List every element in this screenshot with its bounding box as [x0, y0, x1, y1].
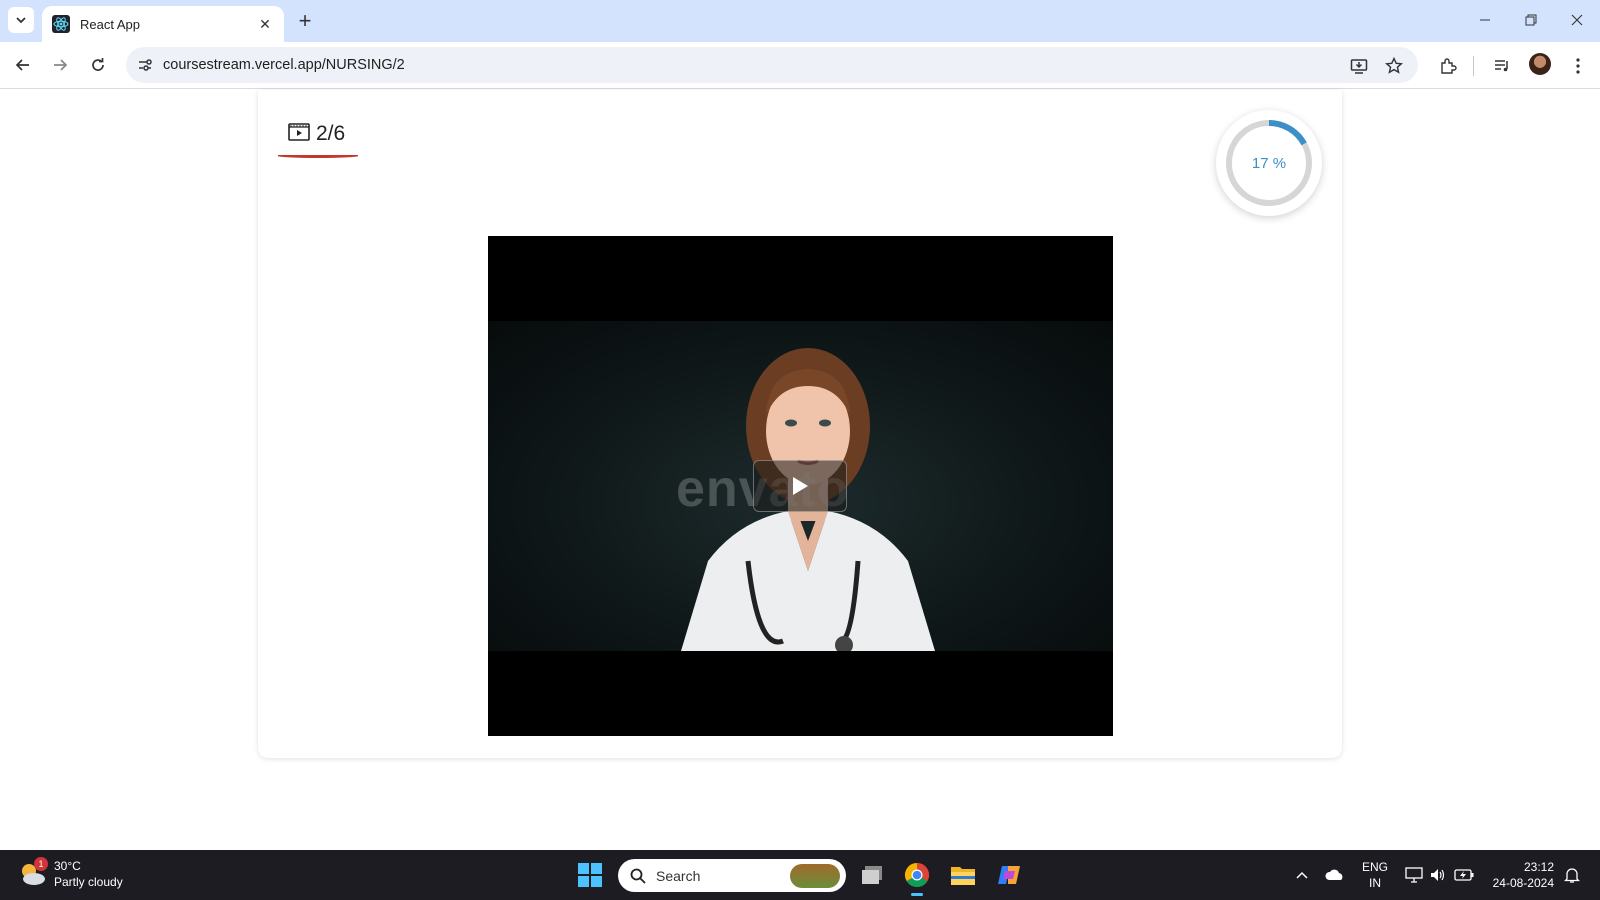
lesson-underline: [278, 154, 358, 158]
network-tray-button[interactable]: [1404, 865, 1424, 885]
close-window-button[interactable]: [1554, 0, 1600, 40]
battery-charging-icon: [1454, 869, 1474, 881]
tab-search-button[interactable]: [8, 7, 34, 33]
start-button[interactable]: [578, 863, 602, 887]
speaker-icon: [1431, 869, 1445, 881]
reload-icon: [92, 58, 104, 71]
browser-tab-active[interactable]: React App ✕: [42, 6, 284, 42]
extensions-puzzle-icon[interactable]: [1436, 54, 1460, 78]
progress-percent-label: 17 %: [1251, 154, 1287, 172]
restore-icon: [1525, 14, 1537, 26]
windows-taskbar: 1 30°C Partly cloudy Search ENG IN 23:12…: [0, 850, 1600, 900]
weather-widget[interactable]: 1 30°C Partly cloudy: [18, 857, 123, 890]
region-code: IN: [1369, 876, 1381, 890]
chevron-up-icon: [1296, 871, 1308, 879]
clock-date: 24-08-2024: [1492, 876, 1554, 890]
clock-time: 23:12: [1523, 860, 1554, 874]
weather-condition: Partly cloudy: [54, 875, 123, 889]
copilot-icon: [998, 866, 1020, 884]
address-bar[interactable]: coursestream.vercel.app/NURSING/2: [126, 47, 1418, 83]
lesson-card: 2/6 17 %: [258, 90, 1342, 758]
windows-logo-icon: [578, 863, 589, 874]
browser-toolbar: coursestream.vercel.app/NURSING/2: [0, 42, 1600, 89]
restore-button[interactable]: [1508, 0, 1554, 40]
notifications-button[interactable]: [1562, 865, 1582, 885]
battery-tray-button[interactable]: [1454, 865, 1474, 885]
video-lesson-icon: [288, 122, 310, 146]
site-info-icon[interactable]: [134, 54, 156, 76]
back-button[interactable]: [9, 51, 37, 79]
folder-icon: [951, 867, 975, 885]
chrome-taskbar-button[interactable]: [902, 860, 932, 896]
lesson-counter: 2/6: [288, 122, 345, 146]
react-logo-icon: [52, 15, 70, 33]
partly-cloudy-icon: 1: [18, 857, 48, 889]
task-view-button[interactable]: [857, 860, 887, 890]
close-icon: [1571, 14, 1583, 26]
back-arrow-icon: [15, 59, 29, 71]
reload-button[interactable]: [84, 51, 112, 79]
toolbar-separator: [1473, 56, 1474, 76]
install-app-icon[interactable]: [1348, 55, 1370, 77]
forward-arrow-icon: [54, 59, 68, 71]
taskbar-search[interactable]: Search: [618, 859, 846, 892]
play-button[interactable]: [753, 460, 847, 512]
chevron-down-icon: [16, 17, 26, 24]
search-highlight-image: [790, 864, 840, 888]
new-tab-button[interactable]: +: [292, 8, 318, 34]
task-view-icon: [862, 866, 882, 884]
page-content: 2/6 17 %: [0, 90, 1600, 850]
volume-tray-button[interactable]: [1428, 865, 1448, 885]
input-language-indicator[interactable]: ENG IN: [1362, 859, 1388, 891]
system-clock[interactable]: 23:12 24-08-2024: [1488, 859, 1554, 891]
weather-alert-badge: 1: [34, 857, 48, 871]
search-icon: [630, 868, 646, 884]
chrome-icon: [904, 863, 930, 888]
tab-strip: React App ✕ +: [0, 0, 1600, 42]
tab-title: React App: [80, 16, 140, 32]
minimize-button[interactable]: [1462, 0, 1508, 40]
lesson-counter-text: 2/6: [316, 122, 346, 145]
tab-close-icon[interactable]: ✕: [256, 15, 274, 33]
copilot-button[interactable]: [994, 860, 1024, 890]
bookmark-star-icon[interactable]: [1383, 55, 1405, 77]
language-code: ENG: [1362, 860, 1389, 874]
onedrive-tray-button[interactable]: [1325, 865, 1345, 885]
media-queue-icon[interactable]: [1490, 54, 1514, 78]
play-icon: [793, 477, 808, 495]
taskbar-search-placeholder: Search: [656, 867, 701, 884]
course-progress-ring: 17 %: [1216, 110, 1322, 216]
video-player[interactable]: envato: [488, 236, 1113, 736]
file-explorer-button[interactable]: [948, 860, 978, 890]
url-text[interactable]: coursestream.vercel.app/NURSING/2: [163, 57, 405, 73]
bell-icon: [1564, 868, 1580, 883]
cloud-icon: [1325, 869, 1343, 880]
more-menu-icon[interactable]: [1566, 54, 1590, 78]
minimize-icon: [1480, 19, 1490, 21]
network-icon: [1405, 867, 1423, 883]
show-hidden-icons-button[interactable]: [1292, 865, 1312, 885]
weather-temp: 30°C: [54, 859, 81, 873]
forward-button[interactable]: [46, 51, 74, 79]
profile-avatar[interactable]: [1529, 53, 1551, 75]
